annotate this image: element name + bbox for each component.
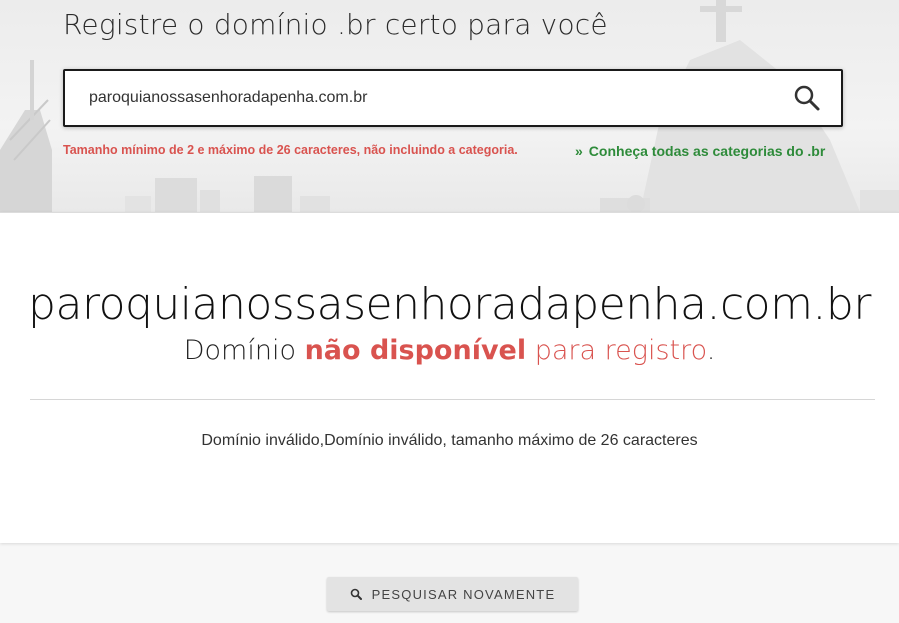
search-icon xyxy=(350,588,362,600)
result-card: paroquianossasenhoradapenha.com.br Domín… xyxy=(0,212,899,543)
search-again-label: PESQUISAR NOVAMENTE xyxy=(371,586,556,602)
page-title: Registre o domínio .br certo para você xyxy=(63,8,608,41)
invalid-domain-message: Domínio inválido,Domínio inválido, taman… xyxy=(201,432,698,449)
status-suffix: para registro xyxy=(534,335,707,366)
search-icon[interactable] xyxy=(793,84,821,112)
status-unavailable: não disponível xyxy=(304,335,527,366)
domain-search-input[interactable] xyxy=(89,71,769,125)
domain-search-box xyxy=(63,69,843,127)
categories-link-label: Conheça todas as categorias do .br xyxy=(588,143,826,159)
availability-status: Domínio não disponível para registro. xyxy=(0,335,899,366)
status-end: . xyxy=(706,335,716,366)
search-again-button[interactable]: PESQUISAR NOVAMENTE xyxy=(327,577,578,611)
categories-link[interactable]: » Conheça todas as categorias do .br xyxy=(575,143,825,159)
hero-banner: Registre o domínio .br certo para você T… xyxy=(0,0,899,212)
searched-domain: paroquianossasenhoradapenha.com.br xyxy=(28,279,871,330)
status-prefix: Domínio xyxy=(183,335,296,366)
chevron-double-right-icon: » xyxy=(575,143,583,159)
domain-length-hint: Tamanho mínimo de 2 e máximo de 26 carac… xyxy=(63,143,518,157)
divider xyxy=(30,399,875,400)
